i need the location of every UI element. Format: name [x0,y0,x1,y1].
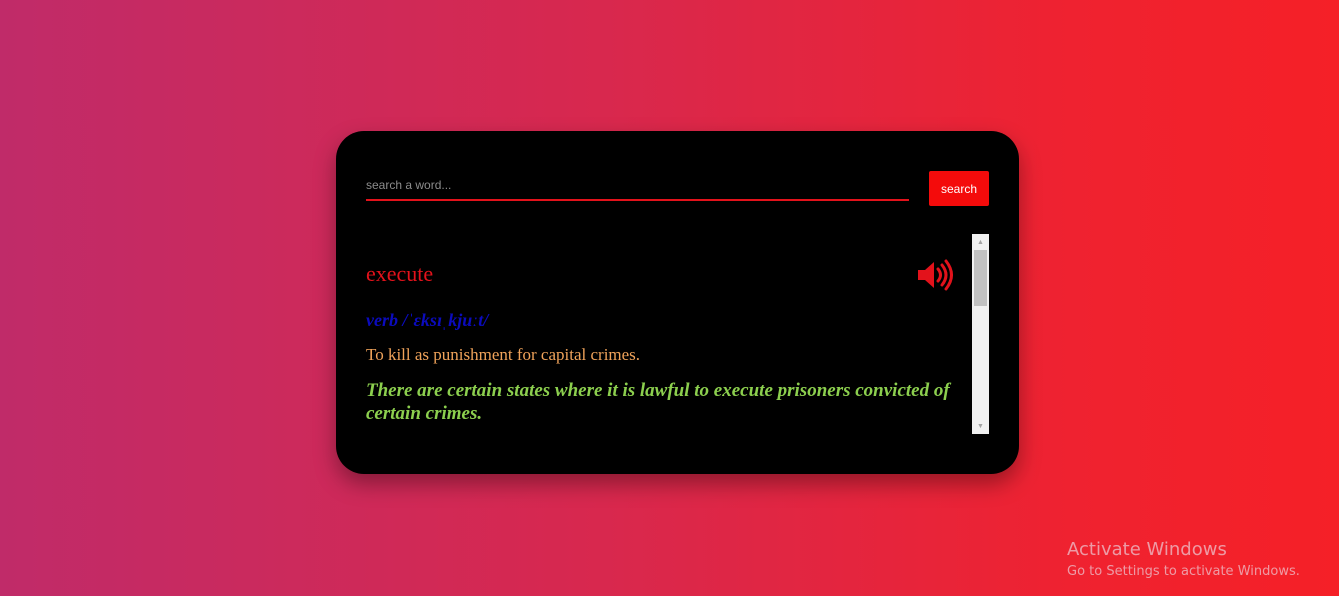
scroll-down-arrow-icon[interactable]: ▼ [972,419,989,433]
definition-text: To kill as punishment for capital crimes… [366,345,641,364]
watermark-subtitle: Go to Settings to activate Windows. [1067,564,1300,579]
example-sentence: There are certain states where it is law… [366,380,950,424]
result-word: execute [366,261,434,286]
scroll-thumb[interactable] [974,250,987,306]
activate-windows-watermark: Activate Windows Go to Settings to activ… [1067,539,1300,582]
result-scrollbar[interactable]: ▲ ▼ [972,234,989,434]
watermark-title: Activate Windows [1067,539,1227,560]
pos-phonetic-line: verb /ˈɛksɪˌkjuːt/ [366,310,488,331]
search-input[interactable] [366,171,909,201]
scroll-up-arrow-icon[interactable]: ▲ [972,235,989,249]
dictionary-card: search execute verb /ˈɛksɪˌkjuːt/ To kil… [336,131,1019,474]
speaker-volume-icon[interactable] [916,259,956,291]
result-content: execute verb /ˈɛksɪˌkjuːt/ To kill as pu… [366,234,966,434]
phonetic: /ˈɛksɪˌkjuːt/ [402,310,489,330]
search-bar: search [366,171,989,207]
part-of-speech: verb [366,310,398,330]
result-panel[interactable]: execute verb /ˈɛksɪˌkjuːt/ To kill as pu… [366,234,989,434]
search-button[interactable]: search [929,171,989,206]
